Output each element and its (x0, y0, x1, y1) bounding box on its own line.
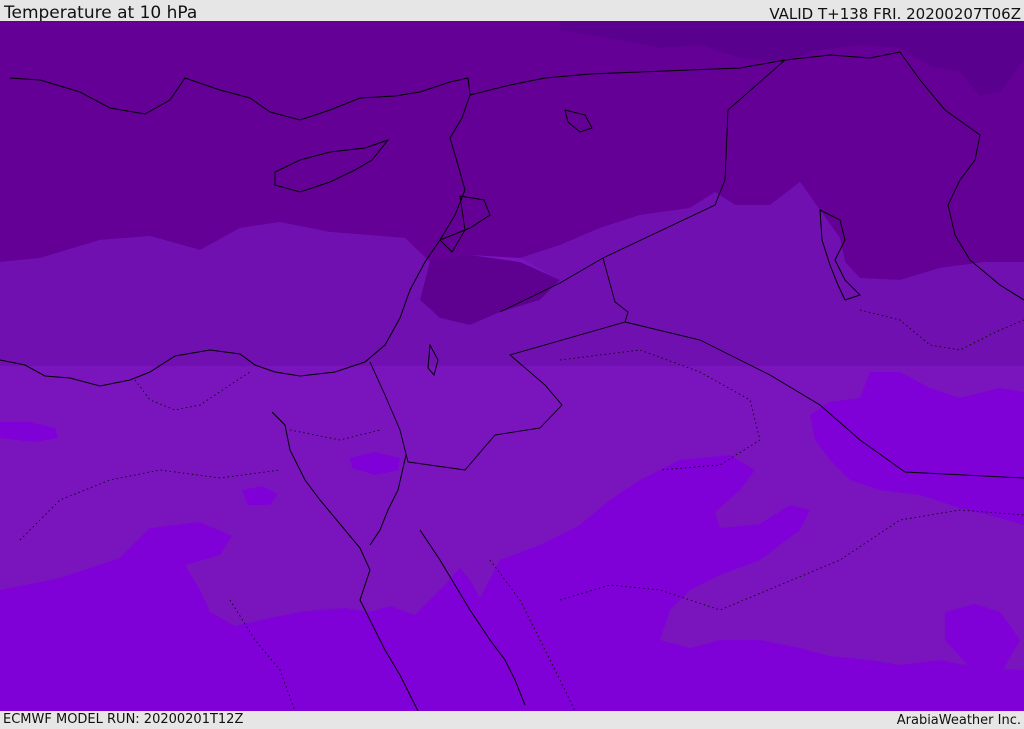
brand-credit: ArabiaWeather Inc. (896, 713, 1021, 728)
model-run: ECMWF MODEL RUN: 20200201T12Z (3, 712, 244, 727)
temperature-map[interactable] (0, 21, 1024, 711)
map-title: Temperature at 10 hPa (4, 3, 198, 23)
footer-bar: ECMWF MODEL RUN: 20200201T12Z ArabiaWeat… (0, 711, 1024, 729)
header-bar: Temperature at 10 hPa VALID T+138 FRI. 2… (0, 0, 1024, 23)
